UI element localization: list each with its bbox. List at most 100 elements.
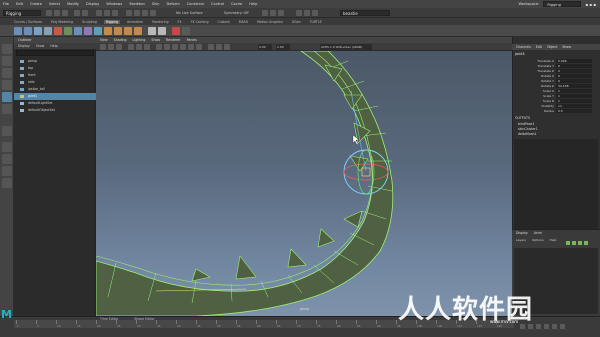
panel-menu-panels[interactable]: Panels [187, 38, 197, 42]
bind-skin-icon[interactable] [34, 27, 42, 35]
lasso-tool-icon[interactable] [2, 56, 12, 66]
menu-create[interactable]: Create [30, 2, 42, 6]
outliner-menu-display[interactable]: Display [18, 44, 30, 48]
isolate-select-icon[interactable] [208, 44, 214, 50]
shelf-tab-animation[interactable]: Animation [125, 20, 145, 24]
open-scene-icon[interactable] [54, 10, 60, 16]
channel-section-item[interactable]: skinCluster1 [518, 127, 538, 131]
layer-down-icon[interactable] [572, 241, 576, 245]
panel-menu-show[interactable]: Show [151, 38, 160, 42]
freeze-transforms-icon[interactable] [182, 27, 190, 35]
play-forward-icon[interactable] [544, 324, 549, 329]
shelf-tab-motion-graphics[interactable]: Motion Graphics [255, 20, 285, 24]
outliner-item-top[interactable]: top [14, 65, 96, 72]
render-settings-icon[interactable] [278, 10, 284, 16]
symmetry-label[interactable]: Symmetry: Off [224, 10, 249, 16]
shelf-tab-sculpting[interactable]: Sculpting [80, 20, 99, 24]
layer-up-icon[interactable] [566, 241, 570, 245]
go-to-end-icon[interactable] [560, 324, 565, 329]
shelf-tab-turtle[interactable]: TURTLE [308, 20, 324, 24]
step-forward-icon[interactable] [552, 324, 557, 329]
menu-help[interactable]: Help [249, 2, 257, 6]
menu-skin[interactable]: Skin [152, 2, 160, 6]
menu-control[interactable]: Control [211, 2, 224, 6]
image-plane-icon[interactable] [116, 44, 122, 50]
exposure-field[interactable]: 0.00 [258, 44, 272, 50]
orient-constraint-icon[interactable] [124, 27, 132, 35]
menu-file[interactable]: File [3, 2, 9, 6]
attribute-editor-icon[interactable] [296, 10, 302, 16]
wireframe-icon[interactable] [156, 44, 162, 50]
menu-deform[interactable]: Deform [166, 2, 179, 6]
persp-outliner-icon[interactable] [2, 166, 12, 176]
search-input[interactable]: beastie [340, 10, 390, 16]
shelf-tab-mash[interactable]: MASH [237, 20, 250, 24]
wrap-icon[interactable] [94, 27, 102, 35]
snap-view-icon[interactable] [150, 10, 156, 16]
delete-history-icon[interactable] [172, 27, 180, 35]
layer-menu-layers[interactable]: Layers [516, 238, 526, 242]
outliner-item-front[interactable]: front [14, 72, 96, 79]
outliner-item-default-object-set[interactable]: defaultObjectSet [14, 107, 96, 114]
shelf-tab-poly[interactable]: Poly Modeling [49, 20, 75, 24]
point-constraint-icon[interactable] [114, 27, 122, 35]
channel-section-item[interactable]: bindPose1 [518, 122, 534, 126]
select-component-icon[interactable] [112, 10, 118, 16]
outliner-item-persp[interactable]: persp [14, 58, 96, 65]
layer-menu-options[interactable]: Options [532, 238, 544, 242]
locator-icon[interactable] [54, 27, 62, 35]
menu-edit[interactable]: Edit [16, 2, 23, 6]
shelf-tab-rendering[interactable]: Rendering [150, 20, 170, 24]
channel-menu-edit[interactable]: Edit [536, 45, 542, 49]
four-view-icon[interactable] [2, 154, 12, 164]
layer-tab-anim[interactable]: Anim [534, 231, 542, 235]
channel-section-item[interactable]: deltaMush1 [518, 132, 537, 136]
outliner-item-side[interactable]: side [14, 79, 96, 86]
blend-shape-icon[interactable] [84, 27, 92, 35]
shelf-tab-fx[interactable]: FX [176, 20, 184, 24]
channel-menu-channels[interactable]: Channels [516, 45, 531, 49]
outliner-item-tail[interactable]: ipsilon_tail [14, 86, 96, 93]
cluster-icon[interactable] [64, 27, 72, 35]
live-surface-label[interactable]: No Live Surface [176, 10, 203, 16]
xray-joints-icon[interactable] [224, 44, 230, 50]
ik-handle-icon[interactable] [24, 27, 32, 35]
redo-icon[interactable] [82, 10, 88, 16]
new-scene-icon[interactable] [46, 10, 52, 16]
create-joints-icon[interactable] [14, 27, 22, 35]
channel-row[interactable]: Radius 0.5 [512, 109, 600, 114]
menu-windows[interactable]: Windows [106, 2, 122, 6]
parent-constraint-icon[interactable] [104, 27, 112, 35]
render-icon[interactable] [262, 10, 268, 16]
menu-constrain[interactable]: Constrain [187, 2, 204, 6]
layer-tab-display[interactable]: Display [516, 231, 528, 235]
last-tool-icon[interactable] [2, 126, 12, 136]
film-gate-icon[interactable] [136, 44, 142, 50]
textured-icon[interactable] [180, 44, 186, 50]
layer-menu-help[interactable]: Help [550, 238, 557, 242]
menu-cache[interactable]: Cache [231, 2, 242, 6]
panel-menu-view[interactable]: View [100, 38, 108, 42]
undo-icon[interactable] [74, 10, 80, 16]
play-back-icon[interactable] [536, 324, 541, 329]
outliner-menu-help[interactable]: Help [50, 44, 57, 48]
outliner-item-default-light-set[interactable]: defaultLightSet [14, 100, 96, 107]
paint-weights-icon[interactable] [44, 27, 52, 35]
shelf-tab-custom[interactable]: Custom [215, 20, 231, 24]
wireframe-on-shaded-icon[interactable] [172, 44, 178, 50]
channel-menu-object[interactable]: Object [547, 45, 557, 49]
channel-menu-show[interactable]: Show [562, 45, 571, 49]
scale-tool-icon[interactable] [2, 104, 12, 114]
move-tool-icon[interactable] [2, 80, 12, 90]
menu-display[interactable]: Display [86, 2, 99, 6]
workspace-dropdown[interactable]: Rigging [543, 1, 582, 7]
ipr-render-icon[interactable] [270, 10, 276, 16]
rotate-tool-icon[interactable] [2, 92, 12, 102]
channel-box-icon[interactable] [312, 10, 318, 16]
curve-tool-icon[interactable] [148, 27, 156, 35]
bookmark-icon[interactable] [108, 44, 114, 50]
panel-menu-lighting[interactable]: Lighting [133, 38, 146, 42]
scale-constraint-icon[interactable] [134, 27, 142, 35]
paint-select-icon[interactable] [2, 68, 12, 78]
menu-set-dropdown[interactable]: Rigging [3, 10, 41, 16]
